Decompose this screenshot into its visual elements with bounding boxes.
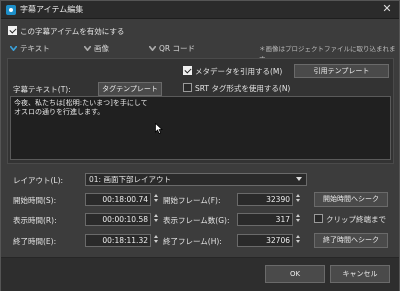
tab-image-label: 画像 [94,44,109,53]
chevron-down-icon [10,46,17,51]
enable-item-label[interactable]: この字幕アイテムを有効にする [20,26,124,37]
clip-end-checkbox[interactable] [314,214,323,223]
display-time-spinner[interactable] [152,213,159,226]
display-frames-input[interactable]: 317 [237,213,293,226]
start-frame-input[interactable]: 32390 [237,193,293,206]
end-frame-input[interactable]: 32706 [237,234,293,247]
display-time-input[interactable]: 00:00:10.58 [85,213,151,226]
tab-qr-code-label: QR コード [159,44,195,53]
dialog-window: 字幕アイテム編集 ✕ この字幕アイテムを有効にする テキスト 画像 QR コード… [0,0,400,291]
end-time-input[interactable]: 00:18:11.32 [85,234,151,247]
end-frame-spinner[interactable] [294,234,301,247]
seek-end-button[interactable]: 終了時間へシーク [314,233,388,248]
enable-item-checkbox[interactable] [8,26,17,35]
subtitle-text-line: 今夜、私たちは[松明:たいまつ]を手にして [14,99,148,107]
start-time-spinner[interactable] [152,193,159,206]
end-frame-label: 終了フレーム(H): [163,237,222,246]
end-time-label: 終了時間(E): [13,237,57,246]
chevron-down-icon [84,46,91,51]
subtitle-text-label: 字幕テキスト(T): [13,85,71,94]
end-time-spinner[interactable] [152,234,159,247]
tab-qr-code[interactable]: QR コード [149,43,195,54]
clip-end-label[interactable]: クリップ終端まで [326,214,386,225]
srt-tag-checkbox[interactable] [183,83,192,92]
app-icon [6,5,16,15]
chevron-down-icon [149,46,156,51]
mouse-pointer-icon [155,123,163,134]
ok-button[interactable]: OK [265,265,325,283]
subtitle-text-area[interactable]: 今夜、私たちは[松明:たいまつ]を手にして オスロの通りを行進します。 [10,96,391,160]
title-bar: 字幕アイテム編集 ✕ [1,1,399,19]
dropdown-arrow-icon [296,177,302,181]
tab-text[interactable]: テキスト [10,43,50,54]
tab-image[interactable]: 画像 [84,43,109,54]
tag-template-button[interactable]: タグテンプレート [98,82,162,96]
display-frames-label: 表示フレーム数(G): [163,216,230,225]
start-frame-spinner[interactable] [294,193,301,206]
layout-label: レイアウト(L): [13,176,64,185]
srt-tag-label[interactable]: SRT タグ形式を使用する(N) [195,83,290,94]
cancel-button[interactable]: キャンセル [330,265,390,283]
tab-text-label: テキスト [20,44,50,53]
close-icon[interactable]: ✕ [381,3,393,15]
window-title: 字幕アイテム編集 [20,5,84,14]
start-frame-label: 開始フレーム(F): [163,196,221,205]
layout-select-value: 01: 画面下部レイアウト [89,175,171,184]
subtitle-text-line: オスロの通りを行進します。 [14,108,105,116]
metadata-label[interactable]: メタデータを引用する(M) [195,66,282,77]
display-time-label: 表示時間(R): [13,216,57,225]
start-time-input[interactable]: 00:18:00.74 [85,193,151,206]
start-time-label: 開始時間(S): [13,196,57,205]
layout-select[interactable]: 01: 画面下部レイアウト [85,173,307,186]
quote-template-button[interactable]: 引用テンプレート [294,64,389,78]
display-frames-spinner[interactable] [294,213,301,226]
metadata-checkbox[interactable] [183,66,192,75]
seek-start-button[interactable]: 開始時間へシーク [314,192,388,207]
